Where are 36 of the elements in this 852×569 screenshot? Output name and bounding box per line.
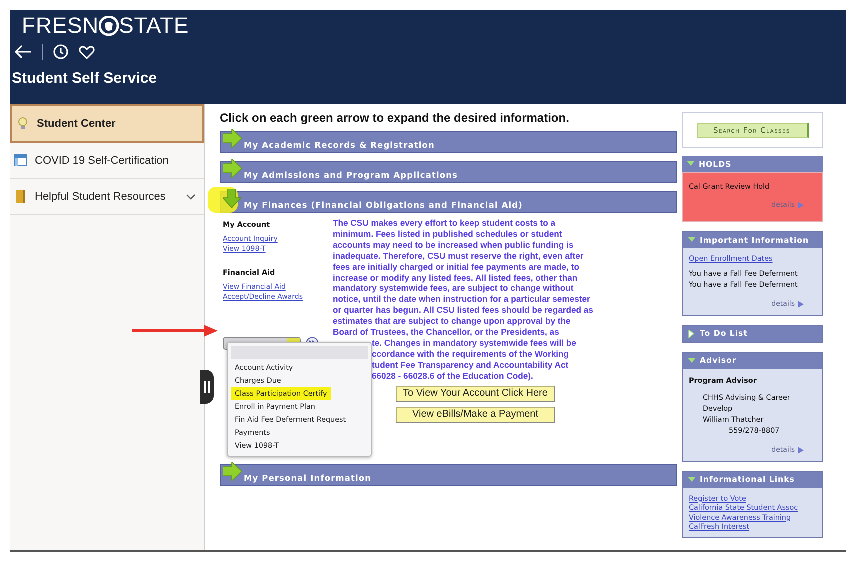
down-arrow-icon[interactable] bbox=[223, 189, 242, 208]
triangle-down-icon[interactable] bbox=[687, 160, 695, 168]
right-arrow-icon[interactable] bbox=[223, 129, 242, 148]
fee-policy-text: te. Changes in mandatory systemwide fees will be bbox=[372, 338, 578, 349]
fee-policy-text: 66028 - 66028.6 of the Education Code). bbox=[372, 370, 534, 382]
triangle-down-icon[interactable] bbox=[688, 236, 696, 244]
logo-text: FRESN bbox=[22, 14, 100, 38]
triangle-down-icon[interactable] bbox=[688, 476, 696, 484]
fee-policy-text: tudent Fee Transparency and Accountability Act bbox=[372, 360, 570, 371]
book-icon bbox=[14, 189, 28, 204]
fee-policy-text: ccordance with the requirements of the Working bbox=[372, 348, 570, 360]
section-header[interactable]: My Admissions and Program Applications bbox=[220, 161, 677, 183]
annotation-arrow-icon bbox=[132, 325, 218, 337]
play-icon[interactable] bbox=[798, 446, 804, 454]
account-button[interactable]: To View Your Account Click Here bbox=[396, 386, 555, 402]
right-arrow-icon[interactable] bbox=[223, 462, 242, 481]
triangle-right-icon[interactable] bbox=[688, 330, 696, 338]
sidebar-item[interactable]: COVID 19 Self-Certification bbox=[10, 143, 204, 179]
heart-icon[interactable] bbox=[79, 44, 95, 60]
logo-text: STATE bbox=[119, 14, 190, 38]
bulb-icon bbox=[16, 116, 30, 131]
account-button[interactable]: View eBills/Make a Payment bbox=[396, 406, 555, 423]
section-header[interactable]: My Personal Information bbox=[220, 464, 677, 486]
page-title: Student Self Service bbox=[11, 69, 158, 87]
right-arrow-icon[interactable] bbox=[223, 159, 242, 178]
back-arrow-icon[interactable] bbox=[14, 44, 32, 60]
collapse-handle[interactable] bbox=[200, 370, 214, 404]
triangle-down-icon[interactable] bbox=[688, 356, 696, 364]
sidebar-item[interactable]: Helpful Student Resources bbox=[10, 179, 204, 215]
play-icon[interactable] bbox=[798, 300, 804, 308]
instruction-text: Click on each green arrow to expand the desired information. bbox=[220, 111, 570, 125]
history-icon[interactable] bbox=[53, 44, 69, 60]
pause-icon bbox=[204, 381, 210, 393]
form-icon bbox=[14, 153, 28, 168]
section-header[interactable]: My Academic Records & Registration bbox=[220, 131, 677, 153]
sidebar-item[interactable]: Student Center bbox=[10, 104, 204, 143]
